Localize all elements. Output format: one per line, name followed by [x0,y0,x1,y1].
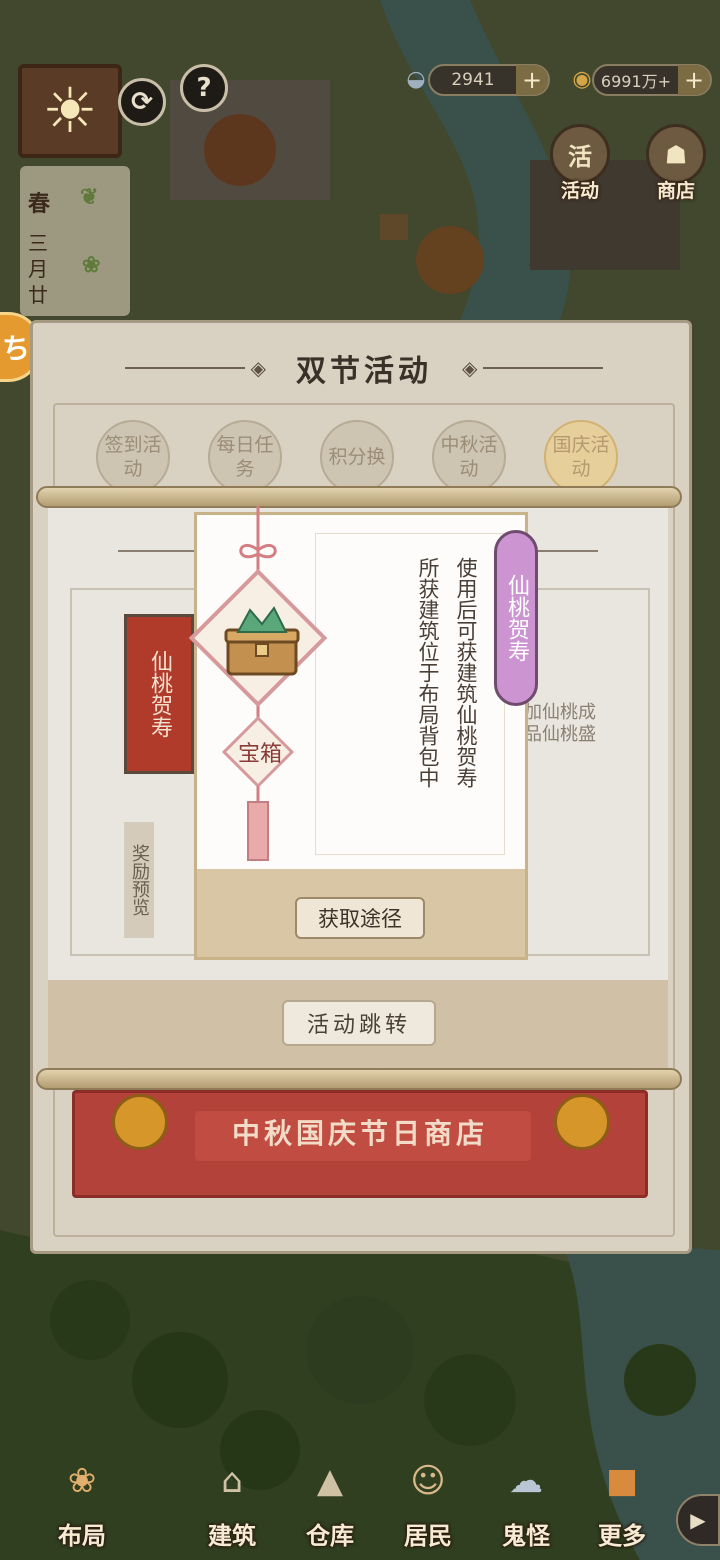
add-coin-button[interactable]: + [678,65,710,95]
building-icon: ⌂ [221,1461,243,1501]
refresh-button[interactable]: ⟳ [118,78,166,126]
shop-label: 商店 [656,180,695,202]
treasure-chest-icon [224,606,300,676]
nav-residents-label: 居民 [404,1522,452,1550]
activity-label: 活动 [560,180,599,202]
silver-amount: 2941 [451,70,495,90]
modal-title: 双节活动 [296,354,432,389]
shop-icon: ☗ [646,124,706,184]
refresh-icon: ⟳ [131,87,153,117]
modal-header: ◈ 双节活动 ◈ [33,343,695,393]
shop-banner-title: 中秋国庆节日商店 [231,1117,488,1150]
tab-mid-autumn[interactable]: 中秋活动 [432,420,506,494]
activity-button[interactable]: 活 活动 [544,124,616,214]
description-line-2: 品仙桃盛 [524,724,596,745]
item-description-line-1: 使用后可获建筑仙桃贺寿 [454,557,478,788]
help-button[interactable]: ? [180,64,228,112]
layout-icon: ❀ [67,1461,97,1501]
date-label: 三月廿 [28,231,48,307]
resident-icon: ☺ [410,1461,446,1501]
add-silver-button[interactable]: + [516,65,548,95]
activity-jump-button[interactable]: 活动跳转 [282,1000,436,1046]
nav-layout[interactable]: ❀ 布局 [34,1450,130,1554]
nav-building-label: 建筑 [208,1522,256,1550]
description-line-1: 加仙桃成 [524,702,596,723]
more-icon: ■ [605,1461,639,1501]
weather-panel[interactable]: ☀ [18,64,122,158]
nav-more-label: 更多 [598,1522,646,1550]
activity-description: 加仙桃成 品仙桃盛 [524,702,634,746]
nav-ghosts[interactable]: ☁ 鬼怪 [478,1450,574,1554]
ornament-icon: ◈ [462,356,478,380]
season-label: 春 [28,191,51,217]
tab-sign-in[interactable]: 签到活动 [96,420,170,494]
tab-points-exchange[interactable]: 积分换 [320,420,394,494]
nav-ghosts-label: 鬼怪 [502,1522,550,1550]
nav-warehouse-label: 仓库 [306,1522,354,1550]
item-name-tag: 仙桃贺寿 [494,530,538,706]
side-menu-icon: ち [1,332,30,365]
nav-more[interactable]: ■ 更多 [574,1450,670,1554]
item-type-label: 宝箱 [237,742,282,767]
item-description-line-2: 所获建筑位于布局背包中 [416,557,440,788]
nav-layout-label: 布局 [58,1522,106,1550]
scroll-rod-bottom [36,1068,682,1090]
shop-button[interactable]: ☗ 商店 [640,124,712,214]
scroll-rod-top [36,486,682,508]
ornament-icon: ◈ [250,356,266,380]
crop-icon: ❦ [80,184,99,210]
tab-daily-tasks[interactable]: 每日任务 [208,420,282,494]
coin-amount: 6991万+ [600,72,672,91]
nav-next-button[interactable]: ▶ [676,1494,720,1546]
cabbage-icon: ❀ [82,252,101,278]
tab-national-day[interactable]: 国庆活动 [544,420,618,494]
title-divider-left [124,367,245,369]
warehouse-icon: ▲ [316,1461,344,1501]
title-divider-right [483,367,604,369]
activity-banner: 仙桃贺寿 [124,614,194,774]
silver-counter: 2941 + [428,64,550,96]
help-icon: ? [196,73,212,103]
reward-preview-button[interactable]: 奖励预览 [124,822,154,938]
nav-warehouse[interactable]: ▲ 仓库 [282,1450,378,1554]
ghost-icon: ☁ [509,1461,543,1501]
nav-building[interactable]: ⌂ 建筑 [184,1450,280,1554]
chevron-right-icon: ▶ [690,1508,706,1532]
item-pendant [188,506,328,861]
nav-residents[interactable]: ☺ 居民 [380,1450,476,1554]
activity-icon: 活 [550,124,610,184]
acquire-method-button[interactable]: 获取途径 [295,897,425,939]
coin-counter: 6991万+ + [592,64,712,96]
sun-icon: ☀ [42,74,98,147]
